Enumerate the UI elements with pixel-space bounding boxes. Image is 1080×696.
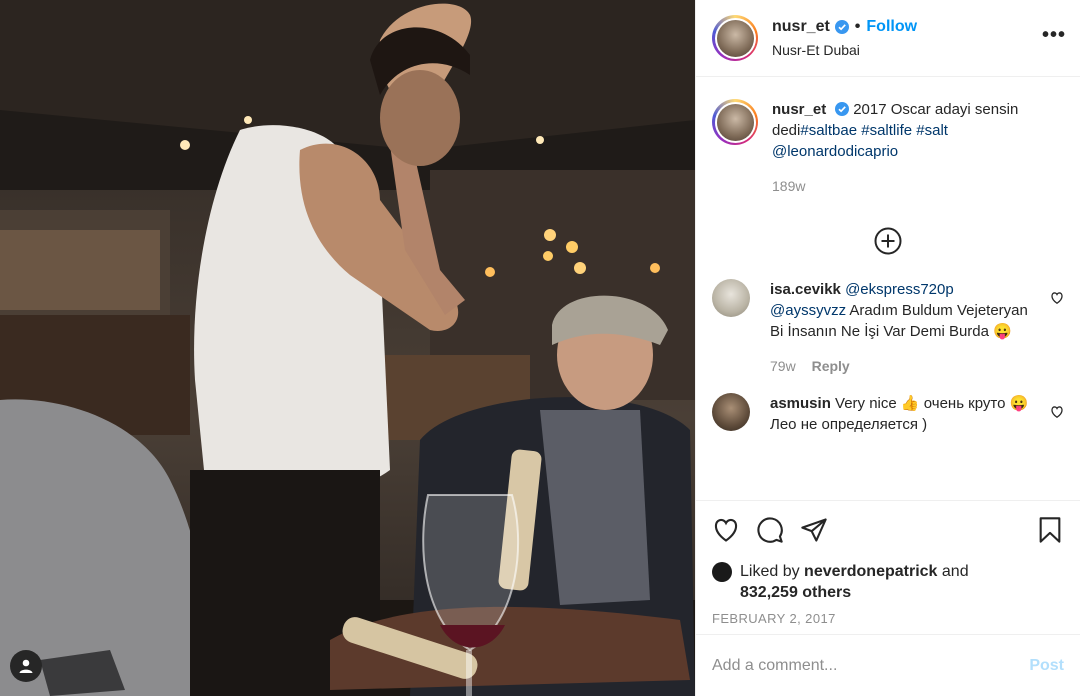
post-side-panel: nusr_et • Follow Nusr-Et Dubai ••• nusr_… — [695, 0, 1080, 696]
instagram-post: nusr_et • Follow Nusr-Et Dubai ••• nusr_… — [0, 0, 1080, 696]
comments-section: nusr_et 2017 Oscar adayi sensin dedi#salt… — [696, 77, 1080, 500]
photo-scene — [0, 0, 695, 696]
separator-dot: • — [854, 18, 861, 35]
verified-badge-icon — [835, 102, 850, 116]
caption-username[interactable]: nusr_et — [772, 101, 826, 118]
add-comment-bar: Post — [696, 634, 1080, 696]
post-location[interactable]: Nusr-Et Dubai — [772, 42, 917, 58]
comment-item: isa.cevikk @ekspress720p @ayssyvzz Aradı… — [712, 279, 1064, 377]
plus-circle-icon — [874, 227, 902, 255]
paper-plane-icon — [801, 518, 827, 542]
avatar-image — [716, 19, 754, 57]
heart-icon[interactable] — [1050, 405, 1064, 419]
likes-count[interactable]: 832,259 others — [740, 584, 851, 601]
reply-button[interactable]: Reply — [812, 358, 850, 374]
caption-avatar[interactable] — [712, 99, 758, 145]
load-more-comments-button[interactable] — [712, 227, 1064, 255]
post-photo[interactable] — [0, 0, 695, 696]
hashtag-link[interactable]: #saltlife — [861, 122, 912, 139]
tagged-users-button[interactable] — [10, 650, 42, 682]
caption-age: 189w — [772, 178, 806, 194]
post-date[interactable]: FEBRUARY 2, 2017 — [712, 611, 1064, 626]
commenter-username[interactable]: asmusin — [770, 395, 831, 412]
hashtag-link[interactable]: #salt — [916, 122, 948, 139]
like-button[interactable] — [712, 516, 740, 544]
mention-link[interactable]: @leonardodicaprio — [772, 143, 898, 160]
likes-prefix: Liked by — [740, 563, 800, 580]
comment-button[interactable] — [756, 516, 784, 544]
post-header: nusr_et • Follow Nusr-Et Dubai ••• — [696, 0, 1080, 77]
share-button[interactable] — [800, 516, 828, 544]
liker-avatar[interactable] — [712, 562, 732, 582]
user-icon — [19, 659, 33, 673]
comment-icon — [757, 517, 783, 543]
hashtag-link[interactable]: #saltbae — [800, 122, 857, 139]
mention-link[interactable]: @ekspress720p — [845, 281, 954, 298]
commenter-username[interactable]: isa.cevikk — [770, 281, 841, 298]
verified-badge-icon — [834, 20, 849, 34]
post-caption: nusr_et 2017 Oscar adayi sensin dedi#salt… — [712, 99, 1064, 197]
follow-button[interactable]: Follow — [866, 18, 917, 36]
author-avatar[interactable] — [712, 15, 758, 61]
comment-age: 79w — [770, 358, 796, 374]
more-horizontal-icon[interactable]: ••• — [1042, 25, 1066, 45]
post-comment-button[interactable]: Post — [1029, 657, 1064, 675]
action-bar — [712, 515, 1064, 545]
likes-conjunction: and — [941, 563, 969, 580]
author-username[interactable]: nusr_et — [772, 18, 830, 36]
mention-link[interactable]: @ayssyvzz — [770, 302, 846, 319]
comment-input[interactable] — [712, 656, 1030, 675]
heart-icon[interactable] — [1050, 291, 1064, 305]
bookmark-icon — [1039, 517, 1061, 543]
commenter-avatar[interactable] — [712, 393, 750, 431]
heart-icon — [714, 518, 738, 542]
comment-item: asmusin Very nice 👍 очень круто 😛 Лео не… — [712, 393, 1064, 435]
commenter-avatar[interactable] — [712, 279, 750, 317]
likes-summary: Liked by neverdonepatrick and 832,259 ot… — [712, 561, 1064, 603]
save-button[interactable] — [1036, 516, 1064, 544]
liker-username[interactable]: neverdonepatrick — [804, 563, 937, 580]
